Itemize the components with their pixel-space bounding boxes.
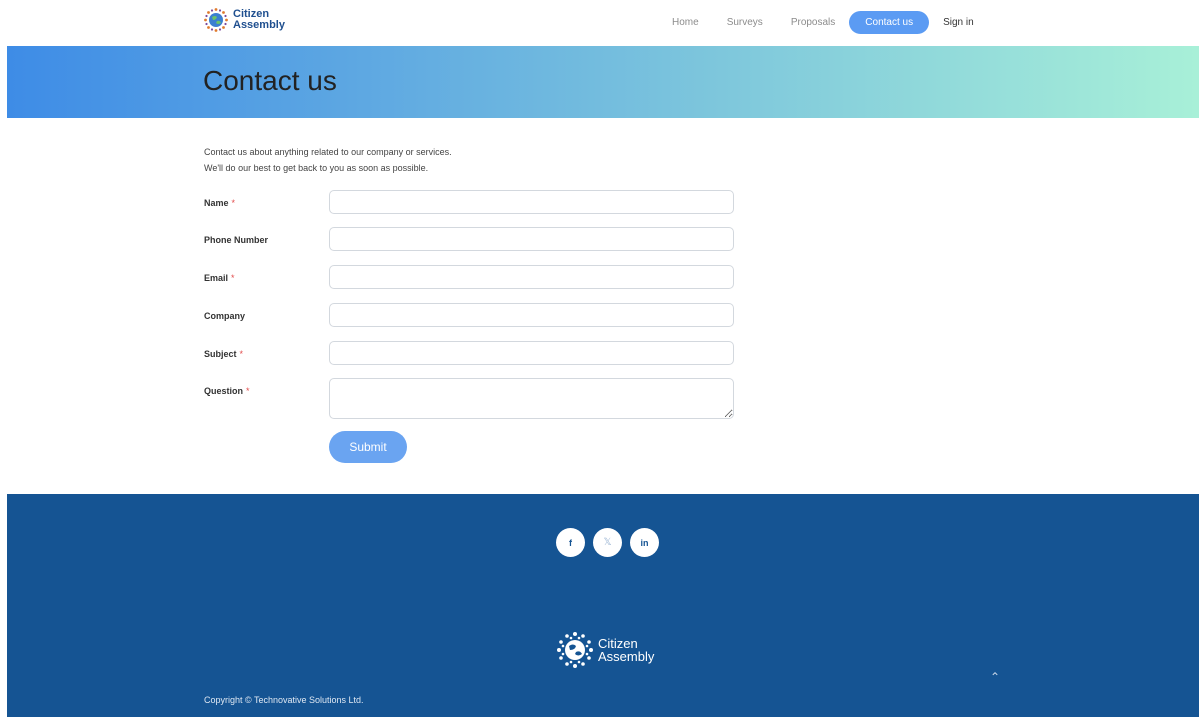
submit-button[interactable]: Submit	[329, 431, 407, 463]
subject-input[interactable]	[329, 341, 734, 365]
facebook-icon[interactable]: f	[556, 528, 585, 557]
email-label-text: Email	[204, 273, 229, 283]
x-icon[interactable]: 𝕏	[593, 528, 622, 557]
linkedin-icon[interactable]: in	[630, 528, 659, 557]
page-title: Contact us	[203, 65, 337, 96]
required-marker: *	[231, 273, 235, 283]
social-links: f 𝕏 in	[556, 528, 667, 557]
footer-brand-text: Citizen Assembly	[598, 637, 654, 663]
required-marker: *	[239, 349, 244, 359]
question-label: Question *	[204, 386, 250, 396]
name-label: Name *	[204, 198, 235, 208]
phone-label-text: Phone Number	[204, 235, 269, 245]
copyright-text: Copyright © Technovative Solutions Ltd.	[204, 695, 364, 705]
page-hero-banner: Contact us	[7, 46, 1199, 118]
subject-label: Subject *	[204, 349, 243, 359]
required-marker: *	[246, 386, 250, 396]
brand-line2: Assembly	[233, 19, 285, 31]
phone-input[interactable]	[329, 227, 734, 251]
question-textarea[interactable]	[329, 378, 734, 419]
company-label: Company	[204, 311, 248, 321]
intro-text: Contact us about anything related to our…	[204, 144, 452, 176]
nav-sign-in[interactable]: Sign in	[929, 11, 988, 34]
phone-label: Phone Number	[204, 235, 271, 245]
company-input[interactable]	[329, 303, 734, 327]
name-row: Name *	[204, 190, 744, 216]
company-row: Company	[204, 303, 744, 329]
email-row: Email *	[204, 265, 744, 291]
company-label-text: Company	[204, 311, 246, 321]
nav-proposals[interactable]: Proposals	[777, 11, 849, 34]
footer: f 𝕏 in Citizen Assembly ⌃ Copyright © Te…	[7, 494, 1199, 717]
footer-brand-line2: Assembly	[598, 649, 655, 664]
back-to-top-icon[interactable]: ⌃	[985, 670, 1005, 686]
globe-logo-icon	[557, 632, 593, 668]
required-marker: *	[231, 198, 236, 208]
brand-logo[interactable]: Citizen Assembly	[203, 7, 285, 33]
email-label: Email *	[204, 273, 235, 283]
intro-line-2: We'll do our best to get back to you as …	[204, 163, 429, 173]
subject-label-text: Subject	[204, 349, 237, 359]
nav-menu: Home Surveys Proposals Contact us Sign i…	[658, 11, 988, 34]
globe-logo-icon	[204, 8, 228, 32]
nav-surveys[interactable]: Surveys	[713, 11, 777, 34]
email-input[interactable]	[329, 265, 734, 289]
question-row: Question *	[204, 378, 744, 420]
intro-line-1: Contact us about anything related to our…	[204, 147, 452, 157]
phone-row: Phone Number	[204, 227, 744, 253]
nav-contact-us[interactable]: Contact us	[849, 11, 930, 34]
nav-home[interactable]: Home	[658, 11, 713, 34]
top-navbar: Citizen Assembly Home Surveys Proposals …	[0, 0, 1199, 46]
footer-brand-logo[interactable]: Citizen Assembly	[556, 631, 654, 669]
subject-row: Subject *	[204, 341, 744, 367]
brand-text: Citizen Assembly	[233, 9, 285, 31]
name-label-text: Name	[204, 198, 229, 208]
question-label-text: Question	[204, 386, 244, 396]
name-input[interactable]	[329, 190, 734, 214]
